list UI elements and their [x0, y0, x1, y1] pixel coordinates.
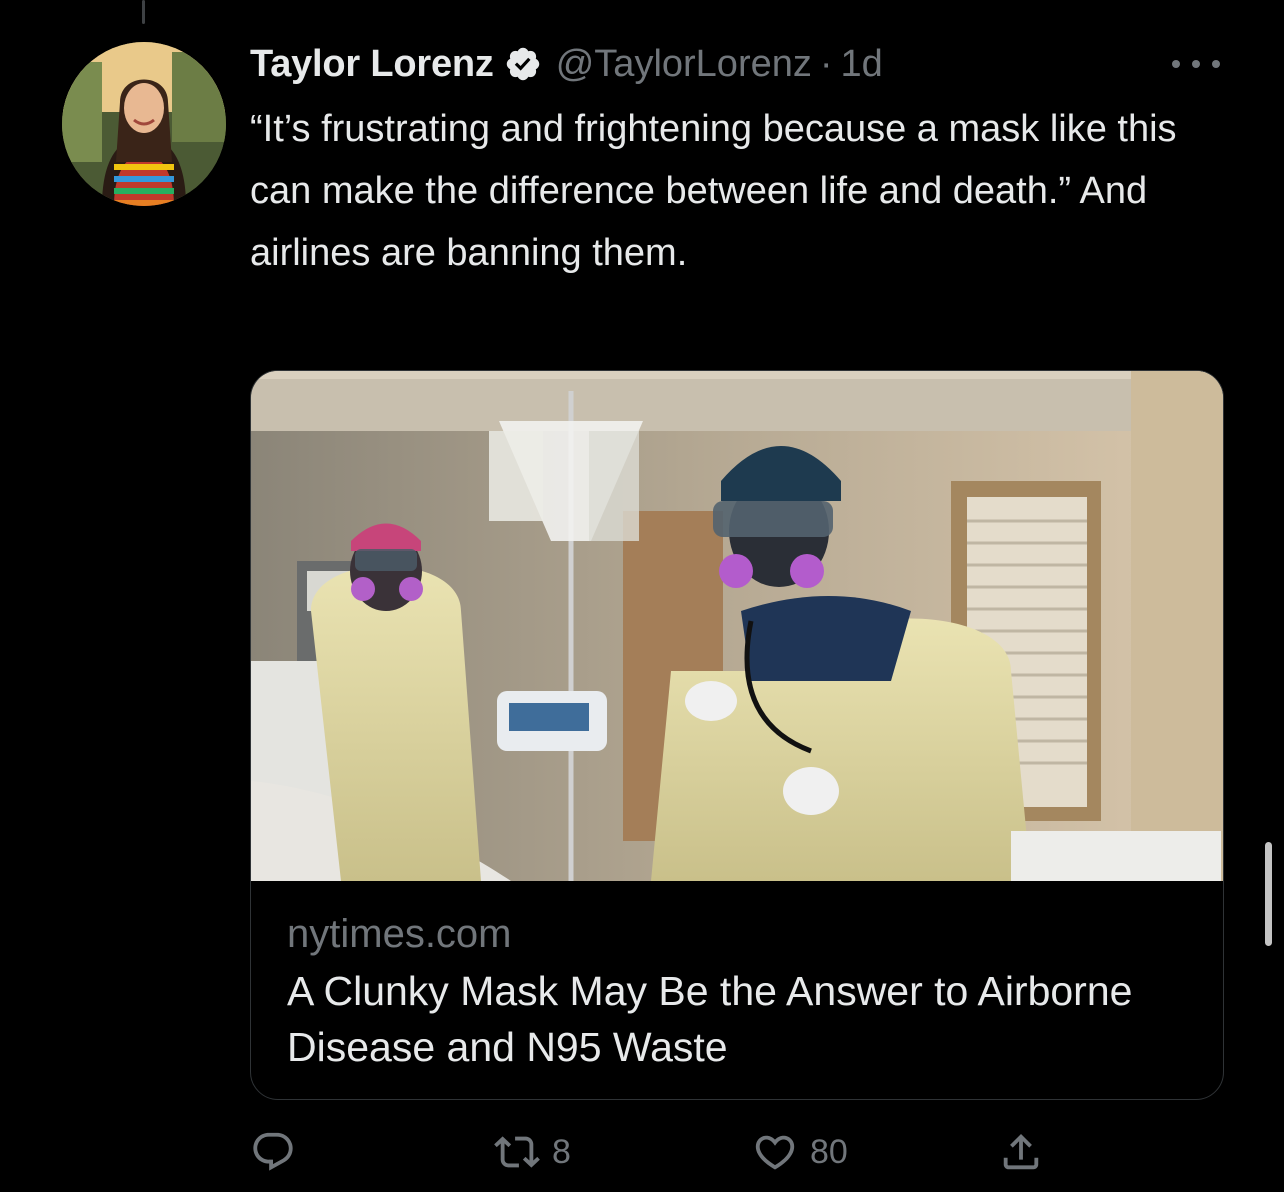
- tweet-header: Taylor Lorenz @TaylorLorenz · 1d: [250, 40, 883, 88]
- display-name[interactable]: Taylor Lorenz: [250, 40, 494, 88]
- share-button[interactable]: [998, 1122, 1044, 1182]
- card-image: [251, 371, 1223, 881]
- like-count: 80: [810, 1132, 848, 1171]
- card-title[interactable]: A Clunky Mask May Be the Answer to Airbo…: [287, 963, 1187, 1075]
- thread-connector-line: [142, 0, 145, 24]
- avatar-photo: [62, 42, 226, 206]
- tweet-text: “It’s frustrating and frightening becaus…: [250, 108, 1177, 274]
- header-separator: ·: [819, 43, 833, 85]
- more-options-icon[interactable]: [1172, 52, 1220, 76]
- reply-button[interactable]: [250, 1122, 308, 1182]
- tweet-actions: 8 80: [250, 1122, 1224, 1182]
- reply-icon: [250, 1129, 296, 1175]
- verified-badge-icon: [504, 45, 542, 83]
- retweet-icon: [494, 1129, 540, 1175]
- like-button[interactable]: 80: [752, 1122, 848, 1182]
- tweet-timestamp[interactable]: 1d: [841, 40, 883, 88]
- scrollbar[interactable]: [1265, 842, 1272, 946]
- heart-icon: [752, 1129, 798, 1175]
- share-icon: [998, 1129, 1044, 1175]
- retweet-count: 8: [552, 1132, 571, 1171]
- link-preview-card[interactable]: nytimes.com A Clunky Mask May Be the Ans…: [250, 370, 1224, 1100]
- tweet-view: Taylor Lorenz @TaylorLorenz · 1d “It’s f…: [0, 0, 1284, 1192]
- card-domain: nytimes.com: [287, 912, 512, 956]
- retweet-button[interactable]: 8: [494, 1122, 571, 1182]
- user-handle[interactable]: @TaylorLorenz: [556, 40, 812, 88]
- avatar[interactable]: [62, 42, 226, 206]
